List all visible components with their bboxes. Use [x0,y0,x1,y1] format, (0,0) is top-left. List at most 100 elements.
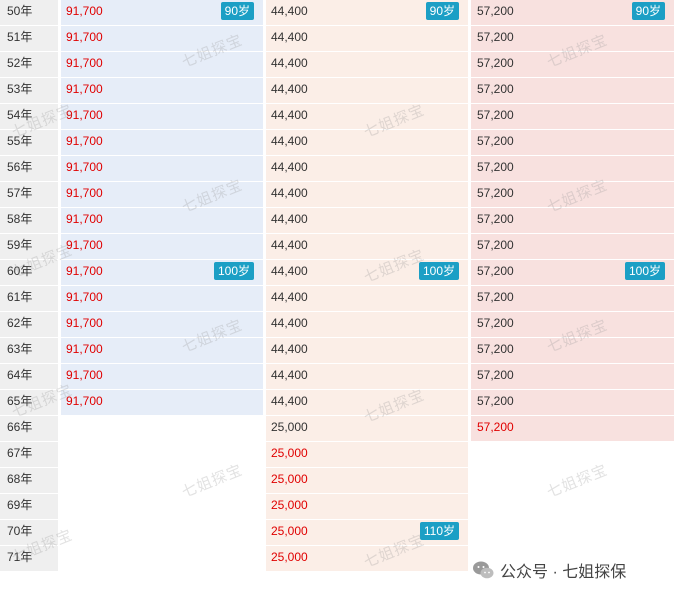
cell-value: 64年 [7,368,33,382]
cell-value: 50年 [7,4,33,18]
table-row: 91,700 [61,390,263,416]
cell-value: 66年 [7,420,33,434]
table-row: 91,700 [61,286,263,312]
cell-value: 68年 [7,472,33,486]
cell-value: 44,400 [271,212,308,226]
table-row: 25,000 [266,416,468,442]
table-row: 25,000 [266,442,468,468]
cell-value: 44,400 [271,160,308,174]
cell-value: 57,200 [477,4,514,18]
cell-value: 44,400 [271,108,308,122]
table-row: 91,700 100岁 [61,260,263,286]
year-cell: 59年 [0,234,58,260]
table-row: 44,400 [266,390,468,416]
year-cell: 64年 [0,364,58,390]
plan-column-3: 57,200 90岁 57,200 57,200 57,200 57,200 57,200 5… [471,0,674,442]
year-cell: 57年 [0,182,58,208]
table-row: 25,000 [266,494,468,520]
cell-value: 57,200 [477,394,514,408]
cell-value: 25,000 [271,472,308,486]
table-row: 57,200 [471,104,674,130]
cell-value: 71年 [7,550,33,564]
cell-value: 57,200 [477,290,514,304]
cell-value: 44,400 [271,342,308,356]
table-row: 91,700 [61,78,263,104]
cell-value: 44,400 [271,290,308,304]
table-row: 44,400 100岁 [266,260,468,286]
year-cell: 53年 [0,78,58,104]
watermark-text: 七姐探宝 [179,461,246,502]
table-row: 57,200 [471,338,674,364]
table-row: 57,200 [471,390,674,416]
cell-value: 44,400 [271,82,308,96]
table-row: 57,200 [471,182,674,208]
table-row: 91,700 [61,364,263,390]
table-row: 91,700 [61,312,263,338]
table-row: 57,200 [471,234,674,260]
table-row: 44,400 [266,52,468,78]
cell-value: 57,200 [477,82,514,96]
table-row: 44,400 [266,78,468,104]
year-cell: 67年 [0,442,58,468]
year-cell: 60年 [0,260,58,286]
cell-value: 52年 [7,56,33,70]
cell-value: 57年 [7,186,33,200]
age-badge: 90岁 [425,2,459,20]
table-row: 57,200 [471,416,674,442]
cell-value: 91,700 [66,368,103,382]
cell-value: 91,700 [66,56,103,70]
table-row: 91,700 [61,208,263,234]
cell-value: 91,700 [66,290,103,304]
year-cell: 52年 [0,52,58,78]
cell-value: 54年 [7,108,33,122]
year-column: 50年 51年 52年 53年 54年 55年 56年 57年 58年 59年 60年 61年 62年 6… [0,0,58,572]
cell-value: 69年 [7,498,33,512]
cell-value: 57,200 [477,316,514,330]
year-cell: 62年 [0,312,58,338]
table-row: 44,400 [266,312,468,338]
table-row: 91,700 [61,338,263,364]
year-cell: 50年 [0,0,58,26]
cell-value: 91,700 [66,342,103,356]
year-cell: 71年 [0,546,58,572]
table-row: 57,200 [471,26,674,52]
cell-value: 44,400 [271,264,308,278]
cell-value: 91,700 [66,108,103,122]
cell-value: 44,400 [271,56,308,70]
cell-value: 53年 [7,82,33,96]
cell-value: 44,400 [271,238,308,252]
footer-account: 公众号 · 七姐探保 [472,556,672,584]
cell-value: 58年 [7,212,33,226]
table-row: 44,400 [266,182,468,208]
cell-value: 25,000 [271,550,308,564]
year-cell: 54年 [0,104,58,130]
cell-value: 57,200 [477,134,514,148]
cell-value: 44,400 [271,30,308,44]
table-row: 57,200 100岁 [471,260,674,286]
age-badge: 100岁 [418,262,459,280]
cell-value: 57,200 [477,368,514,382]
table-row: 44,400 [266,364,468,390]
year-cell: 68年 [0,468,58,494]
cell-value: 91,700 [66,238,103,252]
watermark-text: 七姐探宝 [544,461,611,502]
cell-value: 60年 [7,264,33,278]
year-cell: 55年 [0,130,58,156]
cell-value: 44,400 [271,316,308,330]
year-cell: 51年 [0,26,58,52]
cell-value: 57,200 [477,186,514,200]
cell-value: 44,400 [271,394,308,408]
cell-value: 44,400 [271,4,308,18]
plan-column-2: 44,400 90岁 44,400 44,400 44,400 44,400 44,400 4… [266,0,468,572]
table-row: 91,700 [61,182,263,208]
table-row: 91,700 [61,130,263,156]
cell-value: 57,200 [477,342,514,356]
table-row: 44,400 [266,338,468,364]
cell-value: 91,700 [66,212,103,226]
table-row: 91,700 90岁 [61,0,263,26]
cell-value: 57,200 [477,56,514,70]
table-row: 25,000 [266,468,468,494]
table-row: 44,400 [266,286,468,312]
year-cell: 61年 [0,286,58,312]
plan-column-1: 91,700 90岁 91,700 91,700 91,700 91,700 91,700 9… [61,0,263,416]
